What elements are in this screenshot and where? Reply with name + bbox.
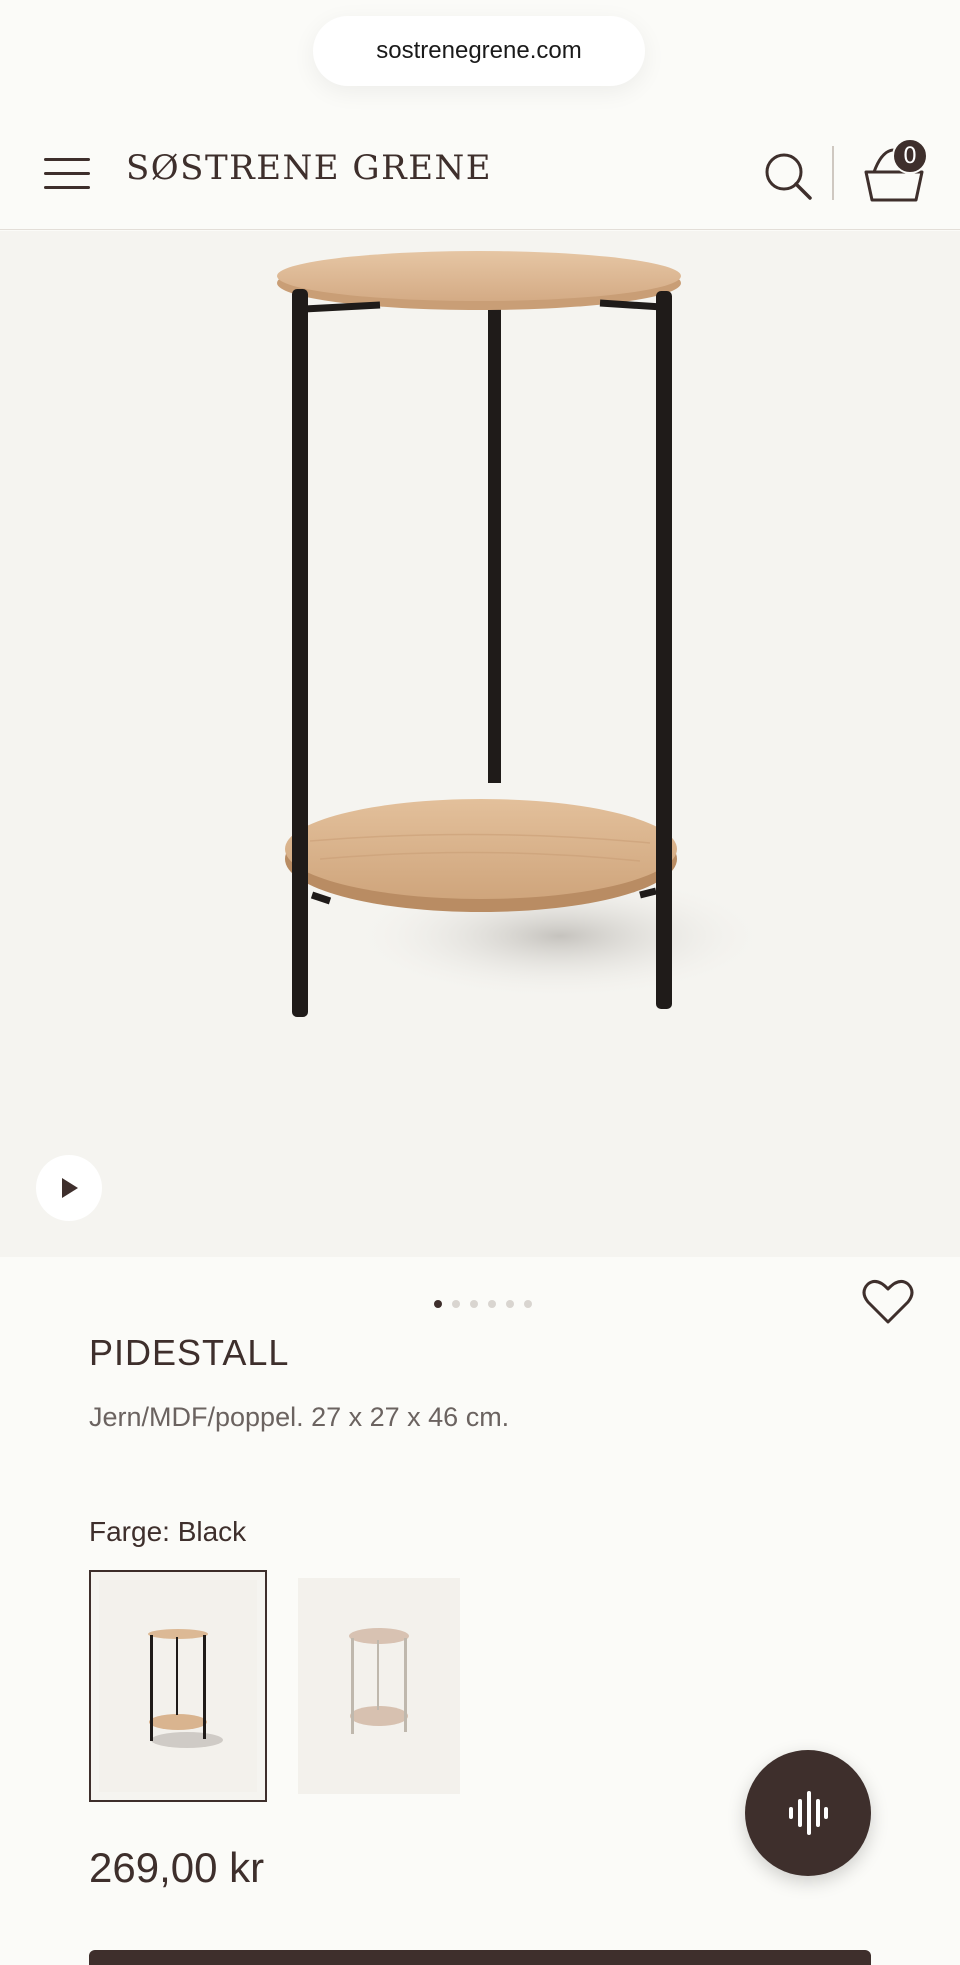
- variant-thumbnail: [349, 1628, 409, 1734]
- heart-icon[interactable]: [862, 1278, 914, 1326]
- brand-logo[interactable]: SØSTRENE GRENE: [126, 148, 492, 188]
- product-image[interactable]: [0, 231, 960, 1257]
- menu-icon[interactable]: [44, 156, 90, 190]
- voice-assistant-button[interactable]: [745, 1750, 871, 1876]
- gallery-dot[interactable]: [488, 1300, 496, 1308]
- browser-bar: sostrenegrene.com: [0, 0, 960, 118]
- add-to-cart-button[interactable]: [89, 1950, 871, 1965]
- play-icon: [62, 1178, 78, 1198]
- gallery-dot[interactable]: [434, 1300, 442, 1308]
- gallery-dot[interactable]: [470, 1300, 478, 1308]
- gallery-dot[interactable]: [524, 1300, 532, 1308]
- gallery-pagination: [434, 1300, 532, 1308]
- color-label: Farge: Black: [89, 1516, 247, 1547]
- product-price: 269,00 kr: [89, 1844, 265, 1891]
- play-video-button[interactable]: [36, 1155, 102, 1221]
- voice-icon: [789, 1791, 828, 1835]
- url-field[interactable]: sostrenegrene.com: [313, 16, 645, 86]
- header-divider: [832, 146, 834, 200]
- site-header: SØSTRENE GRENE 0: [0, 118, 960, 230]
- color-variant-black[interactable]: [89, 1570, 267, 1802]
- product-description: Jern/MDF/poppel. 27 x 27 x 46 cm.: [89, 1402, 510, 1432]
- gallery-dot[interactable]: [452, 1300, 460, 1308]
- search-icon[interactable]: [762, 150, 814, 202]
- product-title: PIDESTALL: [89, 1332, 290, 1373]
- pedestal-table-photo: [277, 251, 770, 1017]
- variant-thumbnail: [148, 1629, 223, 1748]
- cart-count-badge: 0: [892, 138, 928, 174]
- gallery-dot[interactable]: [506, 1300, 514, 1308]
- color-variant-other[interactable]: [298, 1578, 460, 1794]
